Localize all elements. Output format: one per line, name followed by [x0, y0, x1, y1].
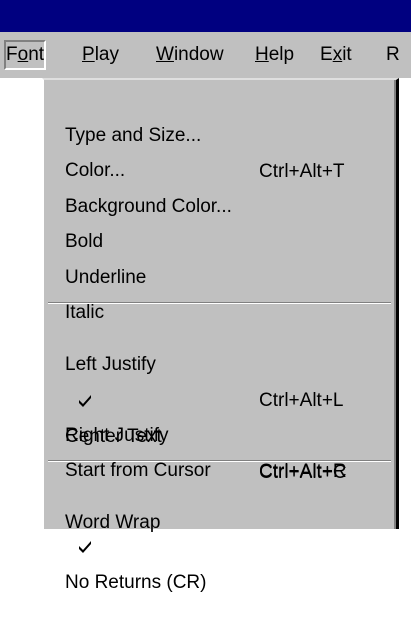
- menu-separator: [48, 460, 391, 462]
- menu-font-text: F: [6, 44, 18, 65]
- menu-item-center-text[interactable]: Center Text Ctrl+Alt+C: [44, 347, 394, 483]
- menu-play[interactable]: Play: [82, 40, 119, 70]
- menu-window-text-rest: indow: [173, 44, 224, 65]
- checkmark-icon: [44, 493, 91, 553]
- menu-help-text-rest: elp: [268, 44, 295, 65]
- menu-font-text-rest: nt: [28, 44, 45, 65]
- menu-play-text-rest: lay: [94, 44, 119, 65]
- menu-help-mnemonic: H: [255, 44, 269, 65]
- menu-exit[interactable]: Exit: [320, 40, 352, 70]
- menu-truncated[interactable]: R: [386, 40, 400, 70]
- menu-exit-mnemonic: x: [332, 44, 343, 65]
- title-bar: [0, 0, 411, 32]
- menu-font-mnemonic: o: [17, 44, 29, 65]
- menu-item-type-and-size[interactable]: Type and Size... Ctrl+Alt+T: [44, 82, 394, 182]
- menu-help[interactable]: Help: [255, 40, 294, 70]
- menu-item-left-justify[interactable]: Left Justify Ctrl+Alt+L: [44, 311, 394, 411]
- menu-item-no-returns[interactable]: No Returns (CR): [44, 493, 394, 593]
- menu-exit-text: E: [320, 44, 333, 65]
- menu-item-start-from-cursor[interactable]: Start from Cursor: [44, 417, 394, 481]
- menu-item-label: No Returns (CR): [65, 572, 207, 593]
- menu-item-color[interactable]: Color...: [44, 117, 394, 181]
- menu-bar: Font Play Window Help Exit R: [0, 32, 411, 78]
- menu-font[interactable]: Font: [4, 40, 47, 70]
- menu-truncated-text-rest: R: [386, 44, 400, 65]
- menu-item-underline[interactable]: Underline: [44, 224, 394, 288]
- menu-window-mnemonic: W: [156, 44, 174, 65]
- menu-item-background-color[interactable]: Background Color...: [44, 153, 394, 217]
- font-dropdown-menu: Type and Size... Ctrl+Alt+T Color... Bac…: [42, 78, 399, 593]
- menu-item-bold[interactable]: Bold: [44, 188, 394, 252]
- menu-play-mnemonic: P: [82, 44, 95, 65]
- menu-window[interactable]: Window: [156, 40, 224, 70]
- menu-item-italic[interactable]: Italic: [44, 259, 394, 323]
- checkmark-icon: [44, 347, 91, 407]
- menu-item-right-justify[interactable]: Right Justify Ctrl+Alt+R: [44, 382, 394, 482]
- menu-separator: [48, 302, 391, 304]
- menu-exit-text-rest: it: [342, 44, 352, 65]
